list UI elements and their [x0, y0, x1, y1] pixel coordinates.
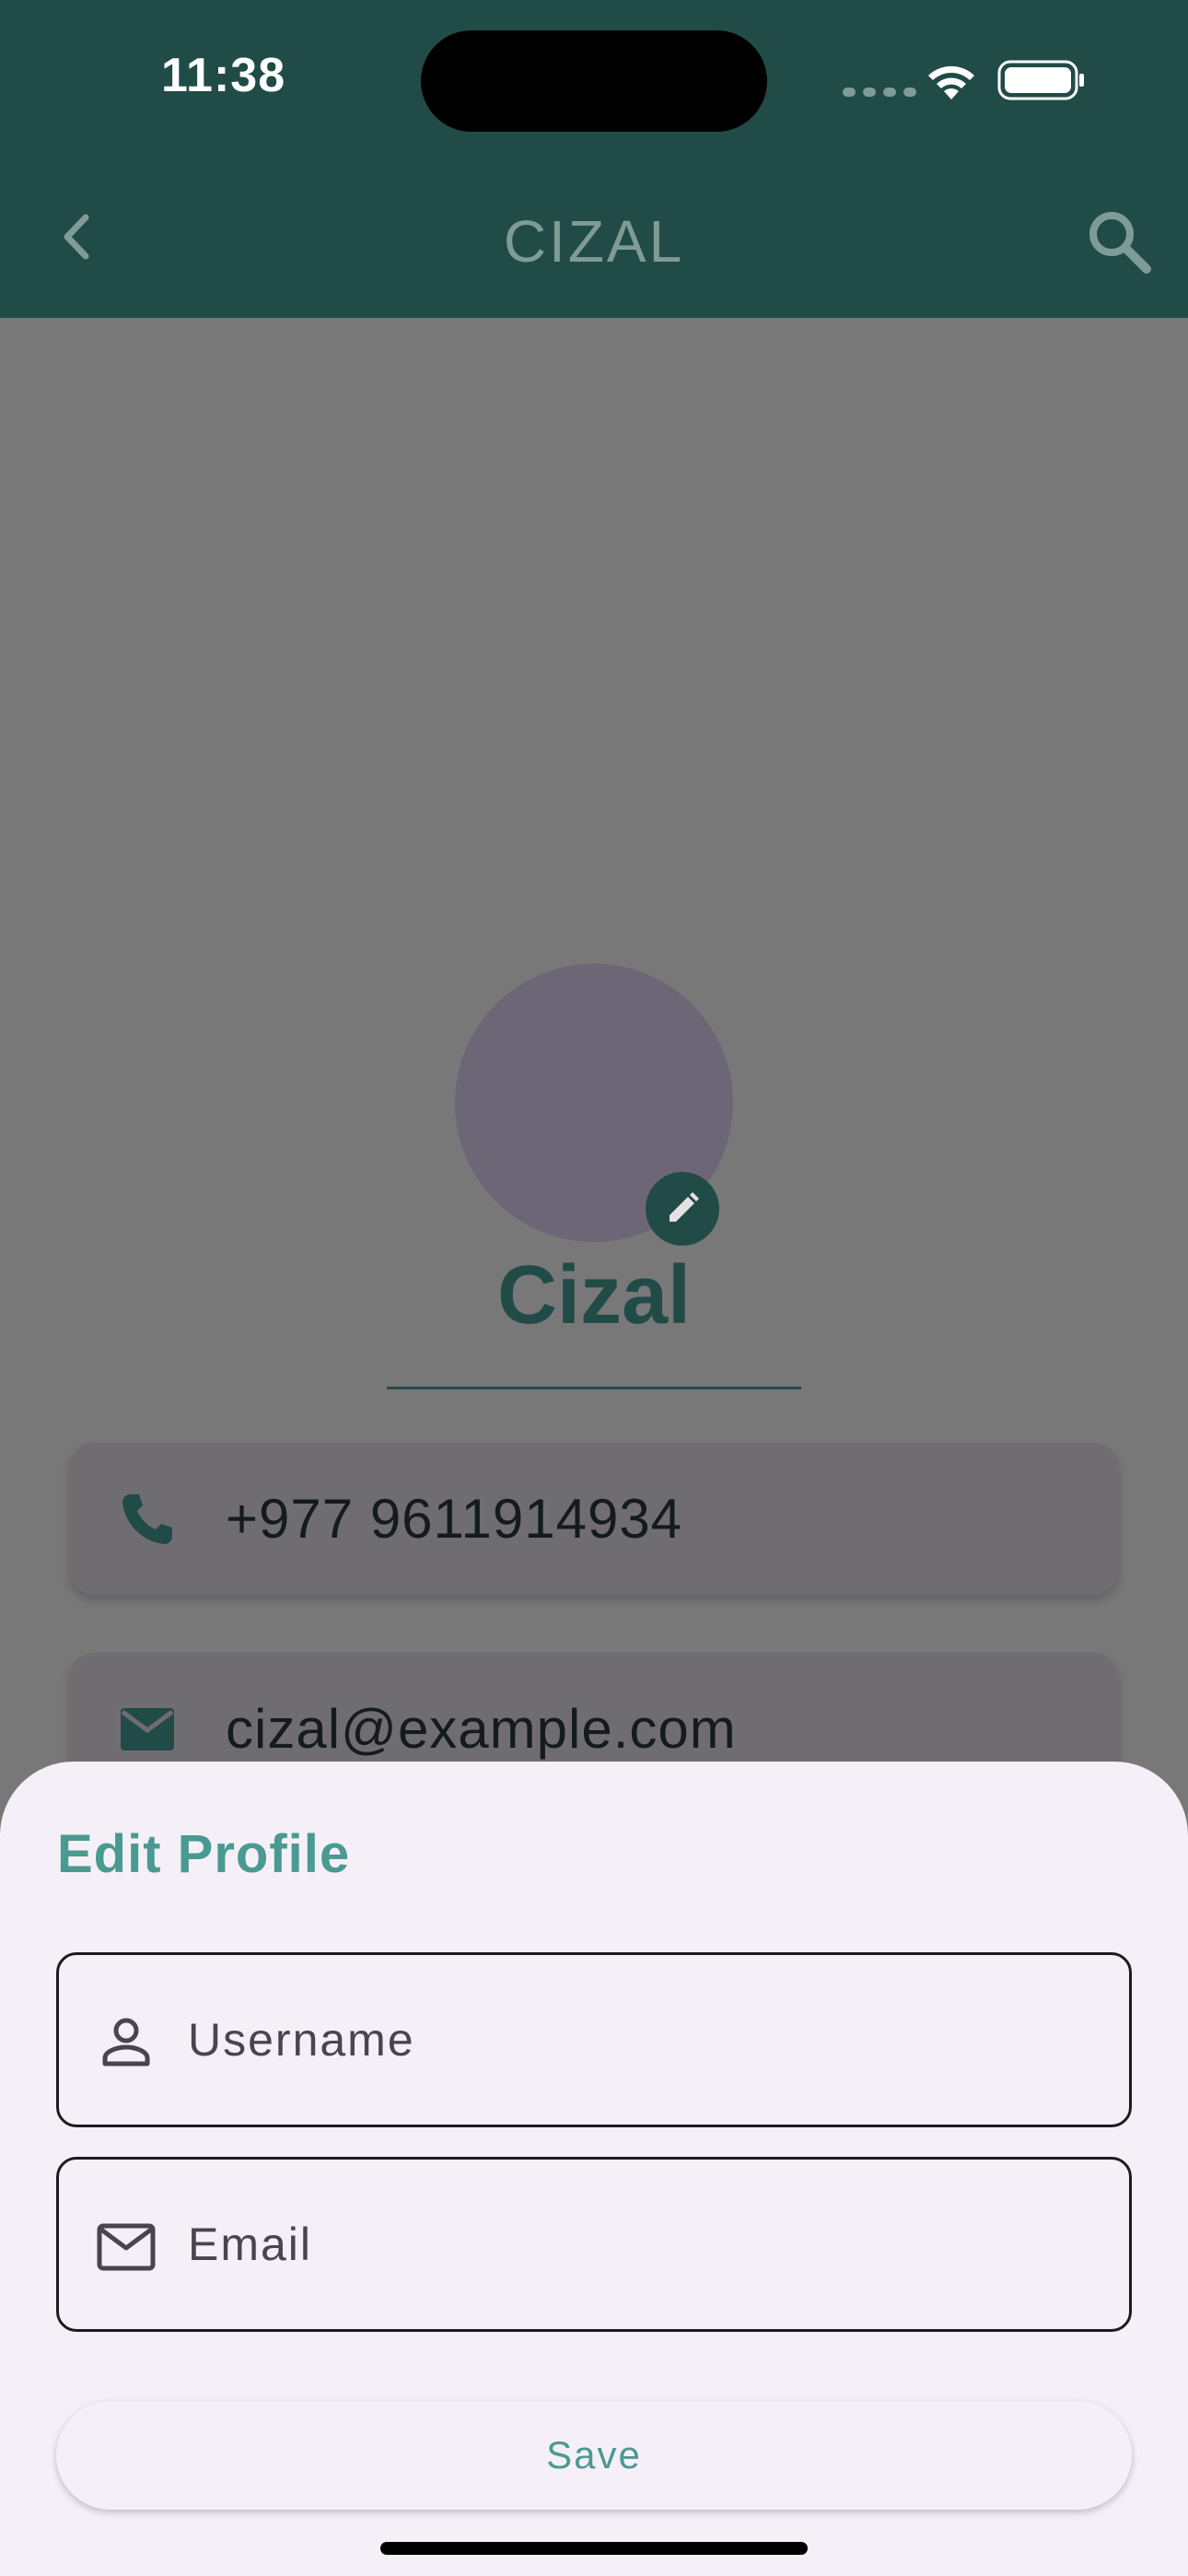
sheet-title: Edit Profile: [57, 1824, 351, 1884]
pencil-icon: [670, 1192, 699, 1222]
status-time: 11:38: [161, 49, 286, 102]
email-input[interactable]: [188, 2160, 1090, 2329]
search-button[interactable]: [1082, 205, 1156, 278]
phone-number: +977 9611914934: [226, 1488, 683, 1550]
email-icon: [121, 1708, 174, 1751]
person-icon: [102, 2018, 150, 2067]
username-field[interactable]: [56, 1952, 1132, 2127]
name-underline: [387, 1387, 801, 1389]
app-bar: 11:38 CIZAL: [0, 0, 1188, 318]
phone-card[interactable]: +977 9611914934: [69, 1443, 1119, 1595]
username-input[interactable]: [188, 1955, 1090, 2125]
dynamic-island: [421, 30, 767, 132]
battery-icon: [997, 60, 1084, 100]
email-address: cizal@example.com: [226, 1698, 737, 1760]
edit-avatar-button[interactable]: [646, 1172, 719, 1246]
page-title: CIZAL: [503, 208, 685, 275]
email-field[interactable]: [56, 2157, 1132, 2332]
mail-outline-icon: [97, 2223, 156, 2271]
cellular-signal-icon: [843, 88, 916, 97]
phone-icon: [122, 1494, 172, 1544]
search-icon: [1089, 212, 1151, 274]
home-indicator: [380, 2542, 808, 2555]
save-button[interactable]: Save: [56, 2401, 1132, 2510]
wifi-icon: [928, 65, 974, 100]
profile-name: Cizal: [496, 1249, 692, 1341]
status-bar: 11:38: [0, 0, 1188, 166]
